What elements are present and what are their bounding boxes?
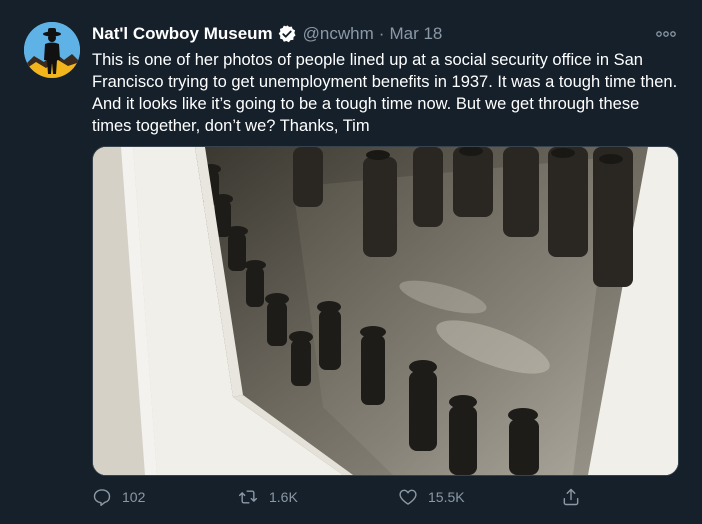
tweet-photo[interactable] [92,146,679,476]
reply-button[interactable]: 102 [92,484,145,510]
separator-dot: · [378,24,385,43]
retweet-icon [238,490,258,504]
display-name[interactable]: Nat'l Cowboy Museum [92,24,273,44]
reply-icon [93,489,111,507]
tweet-date[interactable]: Mar 18 [389,24,442,44]
reply-count: 102 [122,489,146,505]
heart-icon [399,489,417,505]
handle[interactable]: @ncwhm [303,24,374,44]
verified-badge-icon [277,24,297,44]
tweet-text: This is one of her photos of people line… [92,51,678,135]
share-icon [563,488,579,506]
retweet-count: 1.6K [269,489,298,505]
more-options-icon[interactable] [654,26,678,42]
avatar[interactable] [24,22,80,78]
tweet-actions: 102 1.6K 15.5K [92,484,592,510]
share-button[interactable] [561,484,591,510]
retweet-button[interactable]: 1.6K [237,484,298,510]
like-button[interactable]: 15.5K [398,484,465,510]
like-count: 15.5K [428,489,465,505]
tweet-card[interactable]: Nat'l Cowboy Museum @ncwhm · Mar 18 This… [0,0,702,524]
tweet-header: Nat'l Cowboy Museum @ncwhm · Mar 18 [92,22,680,46]
